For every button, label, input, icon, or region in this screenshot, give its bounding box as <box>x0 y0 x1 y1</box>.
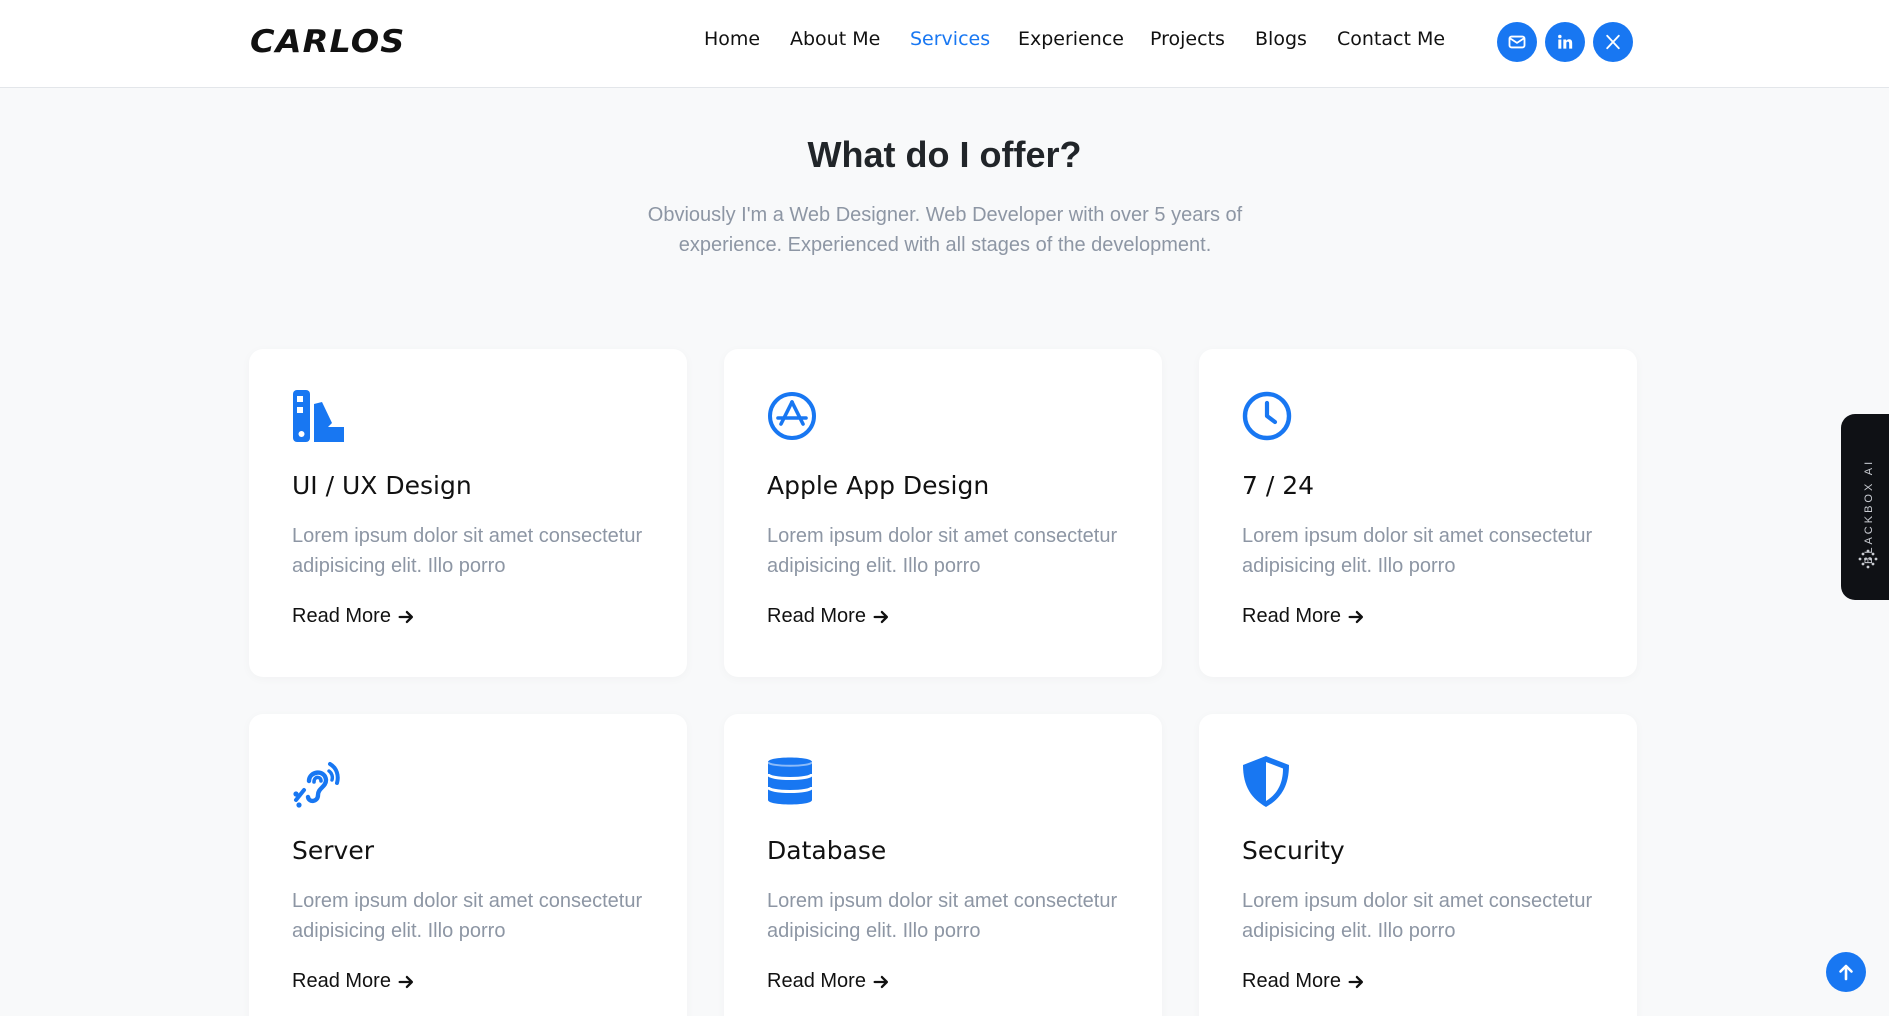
linkedin-icon <box>1558 34 1573 49</box>
service-description: Lorem ipsum dolor sit amet consectetur ad… <box>292 525 643 577</box>
read-more-link[interactable]: Read More <box>767 970 890 993</box>
service-description: Lorem ipsum dolor sit amet consectetur ad… <box>1242 525 1593 577</box>
section-title: What do I offer? <box>807 134 1082 175</box>
linkedin-button[interactable] <box>1545 22 1585 62</box>
ear-listen-icon <box>293 762 340 808</box>
logo[interactable]: CARLOS <box>250 24 405 60</box>
read-more-link[interactable]: Read More <box>767 605 890 628</box>
x-icon <box>1606 34 1620 50</box>
service-description: Lorem ipsum dolor sit amet consectetur ad… <box>292 890 643 942</box>
service-card-apple-app: Apple App Design Lorem ipsum dolor sit a… <box>724 349 1162 677</box>
service-description: Lorem ipsum dolor sit amet consectetur ad… <box>767 525 1118 577</box>
service-title: Security <box>1242 836 1345 865</box>
arrow-right-icon <box>1348 610 1363 623</box>
database-icon <box>767 757 814 805</box>
x-button[interactable] <box>1593 22 1633 62</box>
service-title: UI / UX Design <box>292 471 472 500</box>
service-card-security: Security Lorem ipsum dolor sit amet cons… <box>1199 714 1637 1016</box>
service-card-database: Database Lorem ipsum dolor sit amet cons… <box>724 714 1162 1016</box>
email-button[interactable] <box>1497 22 1537 62</box>
dots-logo-icon <box>1858 549 1878 569</box>
nav-about[interactable]: About Me <box>790 28 880 50</box>
arrow-right-icon <box>398 610 413 623</box>
arrow-right-icon <box>873 610 888 623</box>
service-title: Server <box>292 836 374 865</box>
nav-contact[interactable]: Contact Me <box>1337 28 1445 50</box>
arrow-up-icon <box>1839 964 1853 981</box>
arrow-right-icon <box>873 975 888 988</box>
service-title: Database <box>767 836 887 865</box>
subtitle-line-2: experience. Experienced with all stages … <box>678 234 1212 256</box>
read-more-link[interactable]: Read More <box>292 970 415 993</box>
clock-icon <box>1242 391 1292 441</box>
service-card-ui-ux: UI / UX Design Lorem ipsum dolor sit ame… <box>249 349 687 677</box>
section-subtitle: Obviously I'm a Web Designer. Web Develo… <box>620 200 1270 260</box>
nav-projects[interactable]: Projects <box>1150 28 1225 50</box>
service-description: Lorem ipsum dolor sit amet consectetur ad… <box>767 890 1118 942</box>
arrow-right-icon <box>398 975 413 988</box>
service-card-server: Server Lorem ipsum dolor sit amet consec… <box>249 714 687 1016</box>
shield-icon <box>1243 756 1289 807</box>
service-card-24-7: 7 / 24 Lorem ipsum dolor sit amet consec… <box>1199 349 1637 677</box>
app-store-icon <box>768 392 816 440</box>
blackbox-ai-widget[interactable]: BLACKBOX AI <box>1841 414 1889 600</box>
service-title: 7 / 24 <box>1242 471 1315 500</box>
read-more-link[interactable]: Read More <box>1242 605 1365 628</box>
nav-experience[interactable]: Experience <box>1018 28 1124 50</box>
navbar: CARLOS Home About Me Services Experience… <box>0 0 1889 88</box>
read-more-link[interactable]: Read More <box>1242 970 1365 993</box>
read-more-link[interactable]: Read More <box>292 605 415 628</box>
scroll-top-button[interactable] <box>1826 952 1866 992</box>
swatchbook-icon <box>293 390 344 442</box>
service-title: Apple App Design <box>767 471 990 500</box>
arrow-right-icon <box>1348 975 1363 988</box>
nav-services[interactable]: Services <box>910 28 990 50</box>
nav-blogs[interactable]: Blogs <box>1255 28 1307 50</box>
email-icon <box>1508 35 1526 49</box>
service-description: Lorem ipsum dolor sit amet consectetur ad… <box>1242 890 1593 942</box>
subtitle-line-1: Obviously I'm a Web Designer. Web Develo… <box>647 204 1243 226</box>
nav-home[interactable]: Home <box>704 28 760 50</box>
